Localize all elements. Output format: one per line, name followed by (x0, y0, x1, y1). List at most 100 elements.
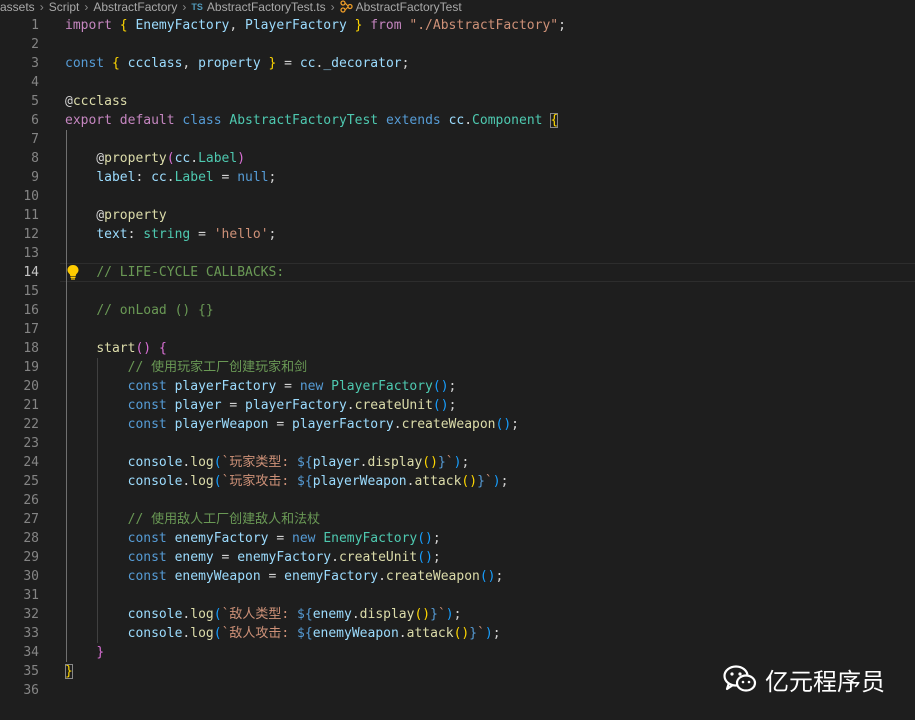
code-text: } (65, 643, 104, 662)
code-line[interactable]: 19 // 使用玩家工厂创建玩家和剑 (0, 358, 915, 377)
line-number: 1 (31, 18, 39, 33)
chevron-right-icon: › (330, 0, 335, 14)
line-number: 10 (23, 189, 39, 204)
code-line[interactable]: 8 @property(cc.Label) (0, 149, 915, 168)
line-number: 21 (23, 398, 39, 413)
code-line[interactable]: 21 const player = playerFactory.createUn… (0, 396, 915, 415)
typescript-file-icon: TS (191, 2, 203, 12)
code-token: import (65, 18, 112, 33)
code-token: ; (453, 607, 462, 622)
code-line[interactable]: 31 (0, 586, 915, 605)
code-line[interactable]: 7 (0, 130, 915, 149)
code-line[interactable]: 23 (0, 434, 915, 453)
breadcrumb-file-label: AbstractFactoryTest.ts (206, 0, 326, 14)
breadcrumb-item-class[interactable]: AbstractFactoryTest (339, 0, 462, 14)
code-token: `敌人类型: (221, 607, 298, 622)
code-token: createUnit (338, 550, 418, 565)
lightbulb-icon[interactable] (66, 264, 80, 280)
code-token: Component (472, 113, 543, 128)
line-number: 34 (23, 645, 39, 660)
code-line[interactable]: 33 console.log(`敌人攻击: ${enemyWeapon.atta… (0, 624, 915, 643)
code-line[interactable]: 4 (0, 73, 915, 92)
code-line[interactable]: 22 const playerWeapon = playerFactory.cr… (0, 415, 915, 434)
code-token: console (127, 607, 183, 622)
code-token: ) (484, 626, 493, 641)
code-token: : (135, 170, 152, 185)
code-line[interactable]: 29 const enemy = enemyFactory.createUnit… (0, 548, 915, 567)
class-symbol-icon (339, 0, 353, 14)
code-token: ${ (297, 607, 313, 622)
code-line[interactable]: 2 (0, 35, 915, 54)
line-number: 9 (31, 170, 39, 185)
code-line[interactable]: 24 console.log(`玩家类型: ${player.display()… (0, 453, 915, 472)
code-line[interactable]: 18 start() { (0, 339, 915, 358)
code-text: text: string = 'hello'; (65, 225, 276, 244)
code-token: ; (448, 398, 457, 413)
breadcrumb-item-assets[interactable]: assets (0, 0, 35, 14)
code-token: () (453, 626, 470, 641)
code-line[interactable]: 15 (0, 282, 915, 301)
line-number: 33 (23, 626, 39, 641)
code-line[interactable]: 6 export default class AbstractFactoryTes… (0, 111, 915, 130)
code-line[interactable]: 16 // onLoad () {} (0, 301, 915, 320)
code-token: attack (414, 474, 462, 489)
code-token: = (268, 531, 292, 546)
code-token: const (65, 56, 105, 71)
code-line[interactable]: 10 (0, 187, 915, 206)
code-token: PlayerFactory (245, 18, 347, 33)
code-token: ${ (297, 474, 313, 489)
indent-guide (97, 358, 98, 643)
code-line[interactable]: 14 // LIFE-CYCLE CALLBACKS: (0, 263, 915, 282)
code-line[interactable]: 25 console.log(`玩家攻击: ${playerWeapon.att… (0, 472, 915, 491)
code-token: = (268, 417, 292, 432)
code-token: : (127, 227, 144, 242)
code-line[interactable]: 26 (0, 491, 915, 510)
code-token: = (276, 56, 300, 71)
line-number: 11 (23, 208, 39, 223)
breadcrumb-item-abstractfactory[interactable]: AbstractFactory (93, 0, 177, 14)
code-token: ; (448, 379, 457, 394)
code-text: const player = playerFactory.createUnit(… (65, 396, 457, 415)
code-token: player (174, 398, 222, 413)
code-line[interactable]: 5 @ccclass (0, 92, 915, 111)
code-token: `玩家攻击: (221, 474, 298, 489)
code-token: ${ (297, 626, 313, 641)
code-line[interactable]: 30 const enemyWeapon = enemyFactory.crea… (0, 567, 915, 586)
code-token: . (166, 170, 175, 185)
code-line[interactable]: 32 console.log(`敌人类型: ${enemy.display()}… (0, 605, 915, 624)
code-token: () (414, 607, 431, 622)
code-line[interactable]: 28 const enemyFactory = new EnemyFactory… (0, 529, 915, 548)
code-token: ; (268, 227, 277, 242)
code-token: () (461, 474, 478, 489)
code-line[interactable]: 34 } (0, 643, 915, 662)
code-token: log (190, 474, 214, 489)
code-line[interactable]: 9 label: cc.Label = null; (0, 168, 915, 187)
breadcrumb-item-file[interactable]: TS AbstractFactoryTest.ts (191, 0, 325, 14)
line-number: 30 (23, 569, 39, 584)
code-token: const (127, 398, 167, 413)
breadcrumb-item-script[interactable]: Script (49, 0, 80, 14)
code-text: console.log(`玩家攻击: ${playerWeapon.attack… (65, 472, 509, 491)
code-token: ) (492, 474, 501, 489)
code-line[interactable]: 3 const { ccclass, property } = cc._decor… (0, 54, 915, 73)
code-token: text (96, 227, 128, 242)
code-token: . (359, 455, 368, 470)
code-token: @ (65, 151, 105, 166)
code-line[interactable]: 20 const playerFactory = new PlayerFacto… (0, 377, 915, 396)
code-line[interactable]: 27 // 使用敌人工厂创建敌人和法杖 (0, 510, 915, 529)
indent-guide (66, 130, 67, 662)
code-text: export default class AbstractFactoryTest… (65, 111, 559, 130)
line-number: 36 (23, 683, 39, 698)
code-line[interactable]: 12 text: string = 'hello'; (0, 225, 915, 244)
code-token: cc (448, 113, 465, 128)
code-editor[interactable]: 1 import { EnemyFactory, PlayerFactory } … (0, 16, 915, 720)
code-token: cc (174, 151, 191, 166)
code-line[interactable]: 17 (0, 320, 915, 339)
code-line[interactable]: 1 import { EnemyFactory, PlayerFactory } … (0, 16, 915, 35)
code-line[interactable]: 13 (0, 244, 915, 263)
code-line[interactable]: 11 @property (0, 206, 915, 225)
